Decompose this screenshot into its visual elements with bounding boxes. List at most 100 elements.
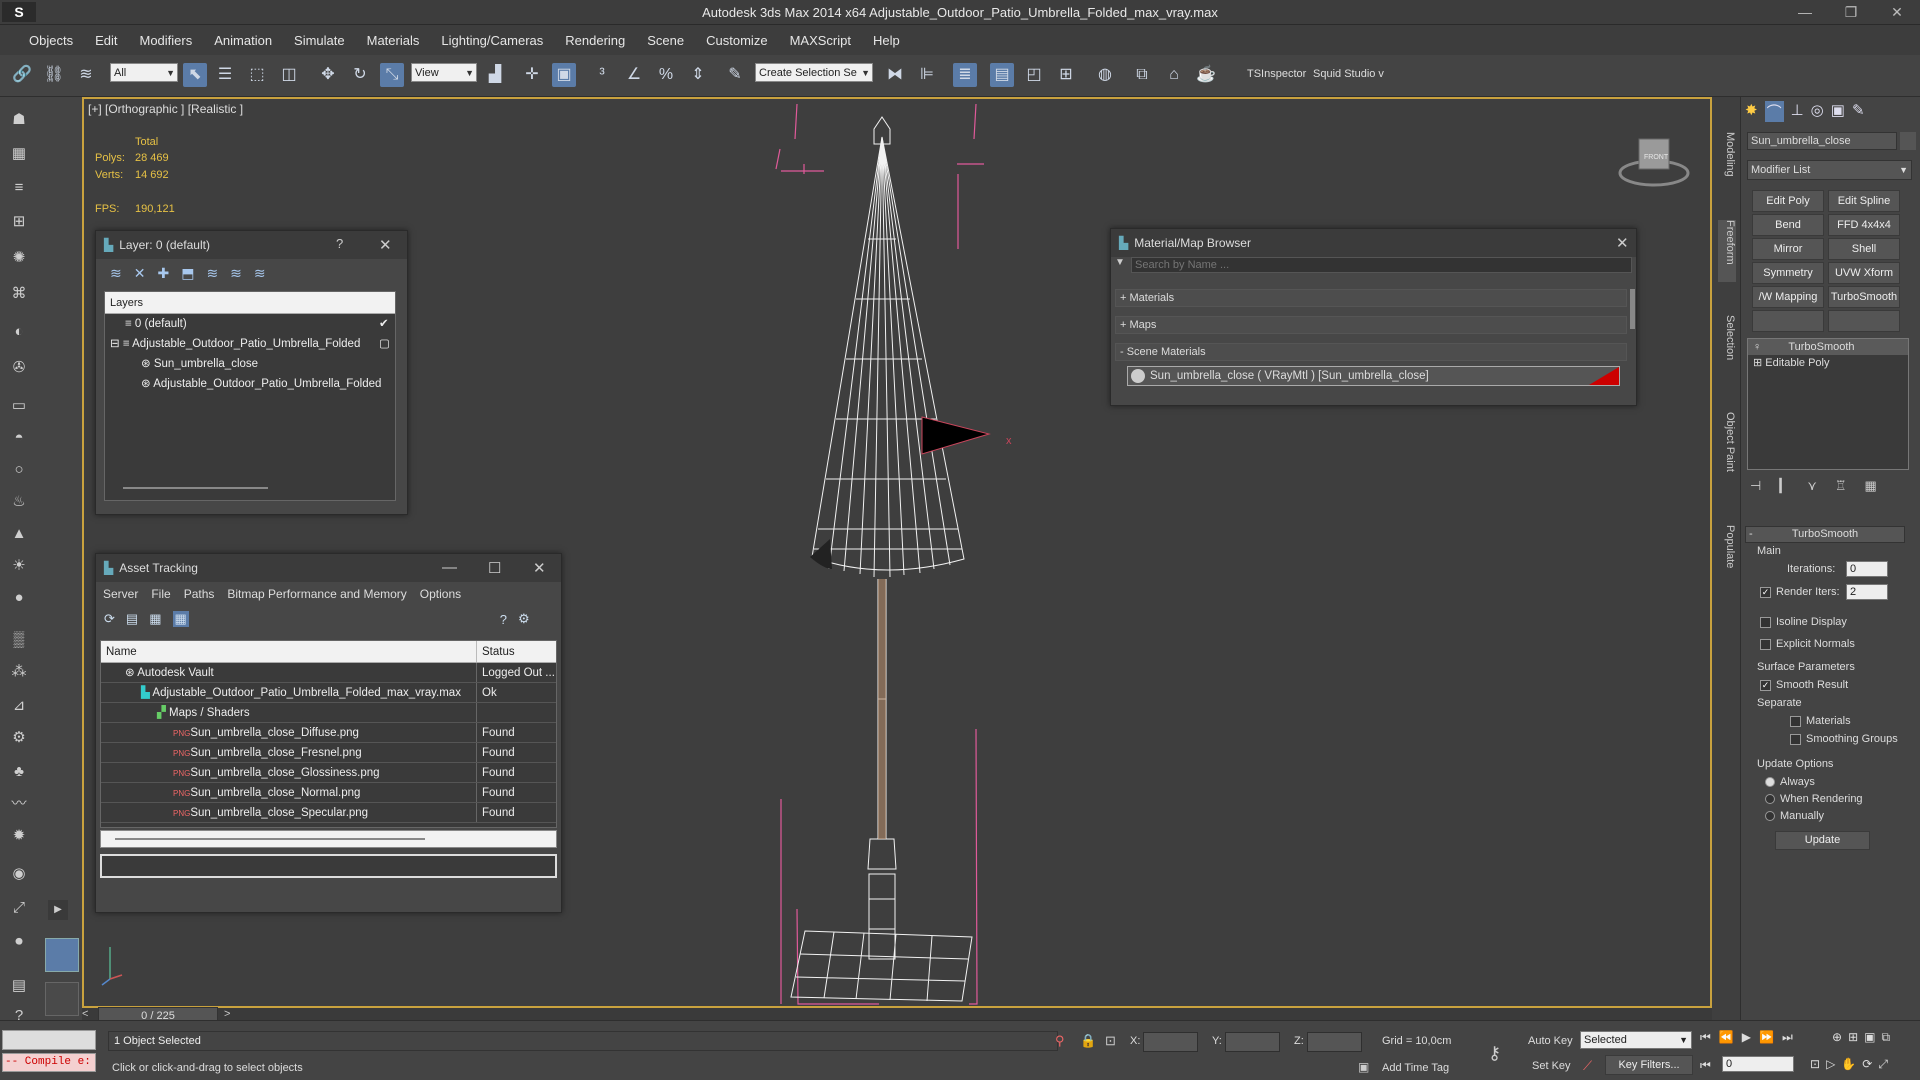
layer-object-row[interactable]: ⊛ Sun_umbrella_close bbox=[105, 354, 395, 374]
select-by-name-icon[interactable]: ☰ bbox=[213, 63, 237, 87]
camera-icon[interactable]: ⌘ bbox=[7, 282, 31, 306]
vertical-scrollbar[interactable] bbox=[1630, 289, 1635, 329]
scale-icon[interactable]: ⤡ bbox=[380, 63, 404, 87]
mod-edit-poly-button[interactable]: Edit Poly bbox=[1752, 190, 1824, 212]
sphere-2-icon[interactable]: ● bbox=[7, 586, 31, 610]
collapse-icon[interactable]: ⊟ bbox=[110, 338, 123, 350]
maximize-viewport-icon[interactable]: ⤢ bbox=[1878, 1057, 1888, 1072]
modifier-list-dropdown[interactable]: Modifier List ▼ bbox=[1747, 160, 1912, 180]
tab-selection[interactable]: Selection bbox=[1718, 315, 1736, 377]
iterations-spinner[interactable]: 0 bbox=[1846, 561, 1888, 577]
asset-menu-bitmap[interactable]: Bitmap Performance and Memory bbox=[227, 587, 406, 601]
display-tab-icon[interactable]: ▣ bbox=[1831, 101, 1845, 122]
particles-icon[interactable]: ⁂ bbox=[7, 660, 31, 684]
list-view-icon[interactable]: ▤ bbox=[126, 611, 138, 627]
stack-item-editable-poly[interactable]: ⊞ Editable Poly bbox=[1748, 355, 1908, 371]
file-icon[interactable]: ▤ bbox=[7, 974, 31, 998]
create-layer-icon[interactable]: ≋ bbox=[110, 265, 122, 282]
modify-tab-icon[interactable]: ⌒ bbox=[1764, 101, 1784, 122]
grid-icon[interactable]: ▒ bbox=[7, 628, 31, 652]
teapot-2-icon[interactable]: ♨ bbox=[7, 490, 31, 514]
keyboard-shortcut-override-icon[interactable]: ▣ bbox=[552, 63, 576, 87]
plant-icon[interactable]: ♣ bbox=[7, 760, 31, 784]
light-bulb-icon[interactable]: ✺ bbox=[7, 246, 31, 270]
close-icon[interactable]: ✕ bbox=[533, 559, 546, 577]
zoom-extents-icon[interactable]: ▣ bbox=[1864, 1030, 1875, 1045]
close-button[interactable]: ✕ bbox=[1874, 0, 1920, 25]
go-to-end-icon[interactable]: ⏭ bbox=[1782, 1030, 1793, 1045]
zoom-all-icon[interactable]: ⊞ bbox=[1848, 1030, 1858, 1045]
select-layer-icon[interactable]: ≋ bbox=[206, 265, 218, 282]
pan-icon[interactable]: ✋ bbox=[1841, 1057, 1856, 1072]
sun-icon[interactable]: ☀ bbox=[7, 554, 31, 578]
menu-edit[interactable]: Edit bbox=[84, 33, 128, 48]
smooth-result-checkbox[interactable]: ✓ bbox=[1760, 679, 1771, 691]
thumbnail-view-icon[interactable]: ▦ bbox=[149, 611, 161, 627]
layer-toggle-icon[interactable]: ▢ bbox=[379, 334, 390, 354]
list-icon[interactable]: ≡ bbox=[7, 176, 31, 200]
object-name-field[interactable]: Sun_umbrella_close bbox=[1747, 132, 1897, 150]
previous-frame-icon[interactable]: ⏪ bbox=[1719, 1030, 1734, 1045]
key-mode-toggle-icon[interactable]: ⏮ bbox=[1700, 1058, 1711, 1073]
curve-editor-icon[interactable]: ◰ bbox=[1022, 63, 1046, 87]
key-mode-dropdown[interactable]: Selected ▼ bbox=[1580, 1031, 1692, 1049]
go-to-start-icon[interactable]: ⏮ bbox=[1700, 1030, 1711, 1045]
configure-sets-icon[interactable]: ▦ bbox=[1865, 478, 1877, 494]
column-name[interactable]: Name bbox=[101, 641, 477, 662]
object-color-swatch[interactable] bbox=[1900, 132, 1916, 150]
rendered-frame-window-icon[interactable]: ⌂ bbox=[1162, 63, 1186, 87]
pivot-center-icon[interactable]: ▟ bbox=[483, 63, 507, 87]
dome-icon[interactable]: ◓ bbox=[7, 426, 31, 450]
render-iters-spinner[interactable]: 2 bbox=[1846, 584, 1888, 600]
menu-maxscript[interactable]: MAXScript bbox=[779, 33, 862, 48]
rect-selection-icon[interactable]: ⬚ bbox=[245, 63, 269, 87]
key-icon[interactable]: ⚷ bbox=[1488, 1043, 1501, 1064]
x-coord-field[interactable] bbox=[1143, 1032, 1198, 1052]
manually-radio[interactable] bbox=[1765, 811, 1775, 822]
show-end-result-icon[interactable]: ▎ bbox=[1779, 478, 1789, 494]
snaps-toggle-icon[interactable]: ³ bbox=[590, 63, 614, 87]
camera-2-icon[interactable]: ⏺ bbox=[7, 930, 31, 954]
table-row[interactable]: ⊛ Autodesk Vault Logged Out ... bbox=[101, 663, 556, 683]
hair-icon[interactable]: 〰 bbox=[7, 792, 31, 816]
menu-lighting-cameras[interactable]: Lighting/Cameras bbox=[430, 33, 554, 48]
current-frame-field[interactable]: 0 bbox=[1722, 1056, 1794, 1072]
make-unique-icon[interactable]: ⋎ bbox=[1807, 478, 1817, 494]
selection-filter-dropdown[interactable]: All ▼ bbox=[110, 63, 178, 82]
menu-simulate[interactable]: Simulate bbox=[283, 33, 356, 48]
isolate-icon[interactable]: ⚲ bbox=[1055, 1033, 1065, 1049]
cone-icon[interactable]: ▲ bbox=[7, 522, 31, 546]
mod-mirror-button[interactable]: Mirror bbox=[1752, 238, 1824, 260]
menu-modifiers[interactable]: Modifiers bbox=[128, 33, 203, 48]
maximize-icon[interactable]: ☐ bbox=[488, 559, 501, 577]
squid-studio-button[interactable]: Squid Studio v bbox=[1313, 68, 1384, 80]
tab-modeling[interactable]: Modeling bbox=[1718, 132, 1736, 202]
mod-uvw-xform-button[interactable]: UVW Xform bbox=[1828, 262, 1900, 284]
table-row[interactable]: PNGSun_umbrella_close_Diffuse.png Found bbox=[101, 723, 556, 743]
zoom-icon[interactable]: ⊕ bbox=[1832, 1030, 1842, 1045]
reference-coord-dropdown[interactable]: View ▼ bbox=[411, 63, 477, 82]
close-icon[interactable]: ✕ bbox=[1616, 234, 1629, 252]
column-status[interactable]: Status bbox=[477, 641, 515, 662]
menu-materials[interactable]: Materials bbox=[356, 33, 431, 48]
table-icon[interactable]: ⊞ bbox=[7, 210, 31, 234]
when-rendering-radio[interactable] bbox=[1765, 794, 1775, 805]
layer-manager-icon[interactable]: ≣ bbox=[953, 63, 977, 87]
window-crossing-icon[interactable]: ◫ bbox=[277, 63, 301, 87]
material-editor-icon[interactable]: ◍ bbox=[1093, 63, 1117, 87]
viewport-label[interactable]: [+] [Orthographic ] [Realistic ] bbox=[88, 102, 243, 116]
table-row[interactable]: PNGSun_umbrella_close_Normal.png Found bbox=[101, 783, 556, 803]
isoline-checkbox[interactable] bbox=[1760, 616, 1771, 628]
named-selection-set-dropdown[interactable]: Create Selection Se ▼ bbox=[755, 63, 873, 82]
minimize-icon[interactable]: — bbox=[442, 559, 457, 576]
turbosmooth-rollout-header[interactable]: - TurboSmooth bbox=[1745, 526, 1905, 543]
separate-smoothing-checkbox[interactable] bbox=[1790, 733, 1801, 745]
next-frame-icon[interactable]: ⏩ bbox=[1759, 1030, 1774, 1045]
link-icon[interactable]: 🔗 bbox=[10, 63, 34, 87]
menu-objects[interactable]: Objects bbox=[18, 33, 84, 48]
mod-symmetry-button[interactable]: Symmetry bbox=[1752, 262, 1824, 284]
auto-key-button[interactable]: Auto Key bbox=[1528, 1035, 1573, 1047]
update-button[interactable]: Update bbox=[1775, 831, 1870, 850]
table-row[interactable]: ▞ Maps / Shaders bbox=[101, 703, 556, 723]
edit-named-selection-icon[interactable]: ✎ bbox=[723, 63, 747, 87]
